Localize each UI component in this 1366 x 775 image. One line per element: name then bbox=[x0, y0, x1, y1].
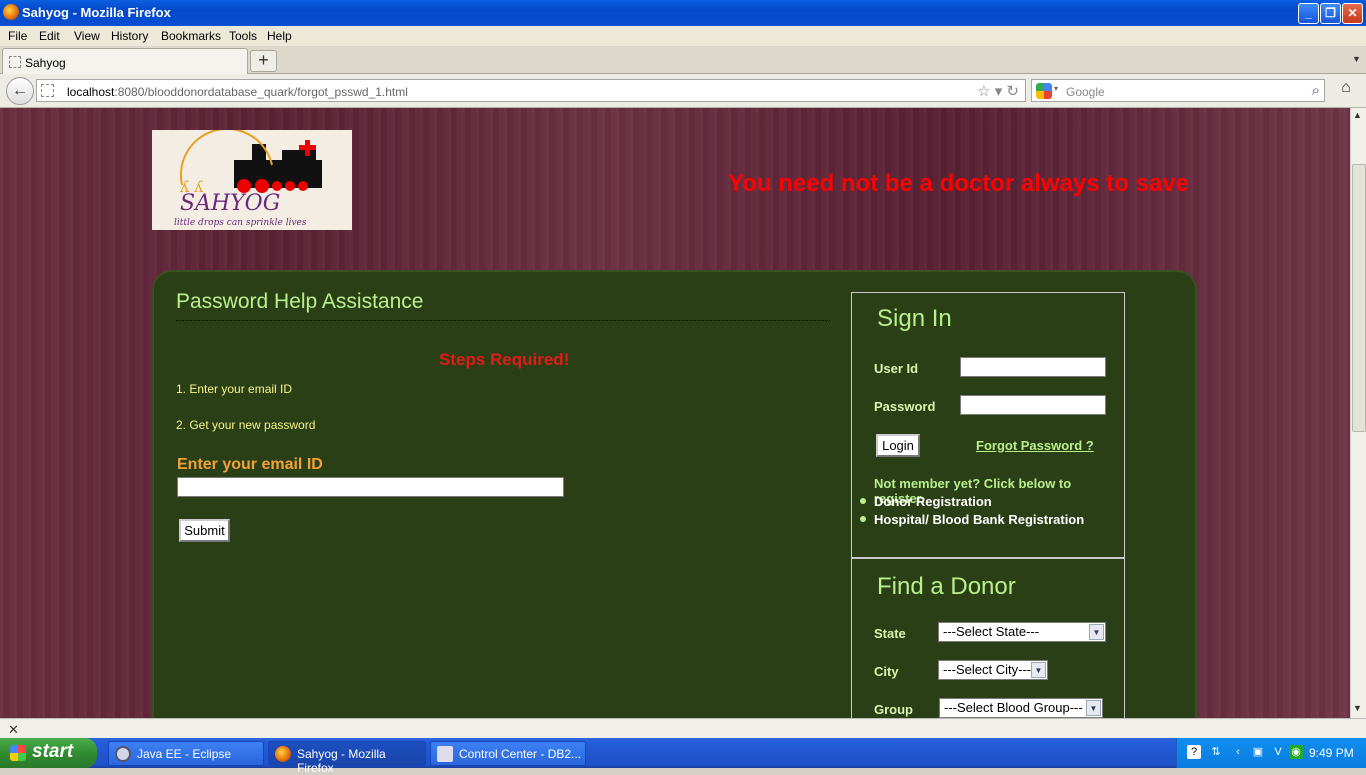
blood-group-select[interactable]: ---Select Blood Group--- ▼ bbox=[939, 698, 1103, 718]
address-bar[interactable]: localhost:8080/blooddonordatabase_quark/… bbox=[36, 79, 1026, 102]
menu-file[interactable]: File bbox=[8, 29, 27, 43]
email-label: Enter your email ID bbox=[177, 456, 323, 473]
scroll-down-icon[interactable]: ▼ bbox=[1353, 703, 1362, 713]
firefox-icon bbox=[275, 746, 291, 762]
user-id-label: User Id bbox=[874, 361, 919, 376]
close-button[interactable]: ✕ bbox=[1342, 3, 1363, 24]
firefox-icon bbox=[3, 4, 19, 20]
url-text: localhost:8080/blooddonordatabase_quark/… bbox=[67, 85, 408, 99]
home-button[interactable]: ⌂ bbox=[1334, 79, 1358, 102]
eclipse-icon bbox=[115, 746, 131, 762]
menu-history[interactable]: History bbox=[111, 29, 148, 43]
vertical-scrollbar[interactable]: ▲ ▼ bbox=[1350, 108, 1366, 718]
restore-button[interactable]: ❐ bbox=[1320, 3, 1341, 24]
search-bar[interactable]: ▾ Google ⌕ bbox=[1031, 79, 1325, 102]
chevron-down-icon: ▼ bbox=[1031, 662, 1046, 678]
security-icon[interactable]: ◉ bbox=[1289, 745, 1303, 759]
site-identity-icon[interactable] bbox=[41, 84, 54, 97]
forgot-password-link[interactable]: Forgot Password ? bbox=[976, 438, 1094, 453]
chevron-left-icon[interactable]: ‹ bbox=[1231, 745, 1245, 759]
scrollbar-thumb[interactable] bbox=[1352, 164, 1366, 432]
google-icon[interactable] bbox=[1036, 83, 1052, 99]
system-tray: ? ⇅ ‹ ▣ V ◉ 9:49 PM bbox=[1176, 738, 1366, 768]
back-button[interactable]: ← bbox=[6, 77, 34, 105]
help-icon[interactable]: ? bbox=[1187, 745, 1201, 759]
search-placeholder: Google bbox=[1066, 85, 1105, 99]
slogan: You need not be a doctor always to save bbox=[728, 170, 1190, 197]
tab-label: Sahyog bbox=[25, 56, 66, 70]
menu-view[interactable]: View bbox=[74, 29, 100, 43]
svg-text:little drops can sprinkle live: little drops can sprinkle lives bbox=[174, 218, 307, 228]
group-label: Group bbox=[874, 702, 913, 717]
find-donor-heading: Find a Donor bbox=[877, 573, 1016, 600]
donor-registration-link[interactable]: Donor Registration bbox=[874, 494, 992, 509]
window-title: Sahyog - Mozilla Firefox bbox=[22, 5, 171, 20]
sahyog-logo: ʎ ʎ SAHYOG little drops can sprinkle liv… bbox=[152, 127, 352, 230]
step-2: 2. Get your new password bbox=[176, 418, 316, 432]
start-button[interactable]: start bbox=[0, 738, 97, 768]
sign-in-heading: Sign In bbox=[877, 305, 952, 332]
city-select[interactable]: ---Select City--- ▼ bbox=[938, 660, 1048, 680]
new-tab-button[interactable]: + bbox=[250, 50, 277, 72]
city-label: City bbox=[874, 664, 899, 679]
password-label: Password bbox=[874, 399, 936, 414]
db2-icon bbox=[437, 746, 453, 762]
taskbar-item-control-center[interactable]: Control Center - DB2... bbox=[430, 741, 586, 766]
menu-edit[interactable]: Edit bbox=[39, 29, 60, 43]
status-bar: ✕ bbox=[0, 718, 1366, 738]
page-viewport: ʎ ʎ SAHYOG little drops can sprinkle liv… bbox=[0, 108, 1350, 718]
state-select[interactable]: ---Select State--- ▼ bbox=[938, 622, 1106, 642]
tab-list-icon[interactable]: ▼ bbox=[1352, 54, 1361, 64]
menu-bar: File Edit View History Bookmarks Tools H… bbox=[0, 26, 1366, 46]
step-1: 1. Enter your email ID bbox=[176, 382, 293, 396]
v-icon[interactable]: V bbox=[1271, 745, 1285, 759]
find-donor-box: Find a Donor State ---Select State--- ▼ C… bbox=[851, 558, 1125, 718]
taskbar-item-firefox[interactable]: Sahyog - Mozilla Firefox bbox=[268, 741, 426, 775]
chevron-down-icon: ▼ bbox=[1089, 624, 1104, 640]
state-label: State bbox=[874, 626, 906, 641]
menu-bookmarks[interactable]: Bookmarks bbox=[161, 29, 221, 43]
start-label: start bbox=[32, 741, 74, 762]
page-icon bbox=[9, 56, 21, 68]
chevron-down-icon[interactable]: ▾ bbox=[1054, 84, 1058, 93]
windows-logo-icon bbox=[10, 745, 26, 761]
chevron-down-icon: ▼ bbox=[1086, 700, 1101, 716]
divider bbox=[176, 320, 830, 321]
menu-tools[interactable]: Tools bbox=[229, 29, 257, 43]
bookmark-star-icon[interactable]: ☆ ▾ ↻ bbox=[977, 82, 1019, 100]
close-icon[interactable]: ✕ bbox=[8, 722, 19, 738]
search-icon[interactable]: ⌕ bbox=[1312, 82, 1320, 99]
tab-bar: Sahyog + ▼ bbox=[0, 46, 1366, 74]
hospital-registration-link[interactable]: Hospital/ Blood Bank Registration bbox=[874, 512, 1084, 527]
page-title: Password Help Assistance bbox=[176, 290, 424, 313]
minimize-button[interactable]: _ bbox=[1298, 3, 1319, 24]
tab-sahyog[interactable]: Sahyog bbox=[2, 48, 248, 74]
content-panel: Password Help Assistance Steps Required!… bbox=[152, 270, 1197, 718]
email-field[interactable] bbox=[177, 477, 564, 497]
navigation-bar: ← localhost:8080/blooddonordatabase_quar… bbox=[0, 74, 1366, 108]
window-title-bar[interactable]: Sahyog - Mozilla Firefox _ ❐ ✕ bbox=[0, 0, 1366, 26]
sign-in-box: Sign In User Id Password Login Forgot Pa… bbox=[851, 292, 1125, 558]
clock: 9:49 PM bbox=[1309, 746, 1354, 760]
bullet-icon bbox=[860, 498, 866, 504]
taskbar-item-eclipse[interactable]: Java EE - Eclipse bbox=[108, 741, 264, 766]
password-field[interactable] bbox=[960, 395, 1106, 415]
submit-button[interactable]: Submit bbox=[179, 519, 230, 542]
steps-title: Steps Required! bbox=[439, 350, 570, 369]
scroll-up-icon[interactable]: ▲ bbox=[1353, 110, 1362, 120]
svg-text:SAHYOG: SAHYOG bbox=[180, 191, 280, 216]
monitor-icon[interactable]: ▣ bbox=[1251, 745, 1265, 759]
login-button[interactable]: Login bbox=[876, 434, 920, 457]
menu-help[interactable]: Help bbox=[267, 29, 292, 43]
taskbar: start Java EE - Eclipse Sahyog - Mozilla… bbox=[0, 738, 1366, 775]
user-id-field[interactable] bbox=[960, 357, 1106, 377]
bullet-icon bbox=[860, 516, 866, 522]
network-icon[interactable]: ⇅ bbox=[1209, 745, 1223, 759]
